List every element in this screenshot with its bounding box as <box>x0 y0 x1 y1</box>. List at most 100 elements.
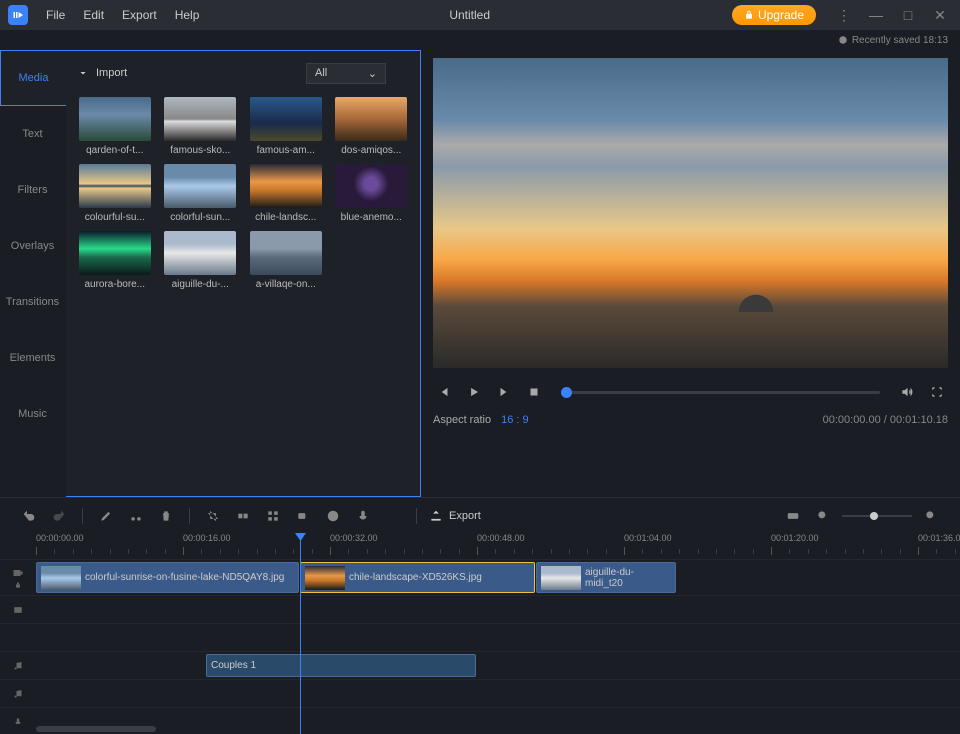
side-tabs: Media Text Filters Overlays Transitions … <box>0 50 66 497</box>
crop-icon[interactable] <box>202 505 224 527</box>
media-item[interactable]: famous-sko... <box>162 97 240 156</box>
pip-track-header[interactable] <box>0 596 36 623</box>
playback-track[interactable] <box>561 391 880 394</box>
media-item[interactable]: famous-am... <box>247 97 325 156</box>
media-item[interactable]: colorful-sun... <box>162 164 240 223</box>
tab-text[interactable]: Text <box>0 106 66 162</box>
mic-track-header[interactable] <box>0 708 36 724</box>
import-button[interactable]: Import <box>76 67 127 79</box>
clip-chile-landscape[interactable]: chile-landscape-XD526KS.jpg <box>300 562 535 593</box>
clip-aiguille[interactable]: aiguille-du-midi_t20 <box>536 562 676 593</box>
clip-thumb <box>305 566 345 590</box>
tab-overlays[interactable]: Overlays <box>0 218 66 274</box>
media-thumb <box>164 164 236 208</box>
text-tool-icon[interactable] <box>382 505 404 527</box>
audio-track-1-header[interactable] <box>0 652 36 679</box>
media-thumb <box>250 164 322 208</box>
tab-transitions[interactable]: Transitions <box>0 274 66 330</box>
delete-icon[interactable] <box>155 505 177 527</box>
zoom-slider[interactable] <box>842 515 912 517</box>
menu-file[interactable]: File <box>38 4 73 26</box>
text-track-header[interactable] <box>0 624 36 651</box>
stop-button[interactable] <box>523 381 545 403</box>
media-thumb <box>164 231 236 275</box>
window-controls: ⋮ ― □ ✕ <box>832 3 952 27</box>
clip-thumb <box>41 566 81 590</box>
speed-icon[interactable] <box>322 505 344 527</box>
prev-frame-button[interactable] <box>433 381 455 403</box>
aspect-value[interactable]: 16 : 9 <box>501 414 529 426</box>
media-grid: qarden-of-t...famous-sko...famous-am...d… <box>76 97 410 290</box>
tab-elements[interactable]: Elements <box>0 330 66 386</box>
menu-export[interactable]: Export <box>114 4 165 26</box>
clip-label: colorful-sunrise-on-fusine-lake-ND5QAY8.… <box>85 572 284 583</box>
close-icon[interactable]: ✕ <box>928 3 952 27</box>
video-track-content[interactable]: colorful-sunrise-on-fusine-lake-ND5QAY8.… <box>36 560 960 595</box>
cut-tool-icon[interactable] <box>125 505 147 527</box>
main-menu: File Edit Export Help <box>38 4 207 26</box>
filter-value: All <box>315 67 327 79</box>
audio-track-1-content[interactable]: Couples 1 <box>36 652 960 679</box>
list-view-icon[interactable] <box>394 65 410 82</box>
media-item[interactable]: a-villaqe-on... <box>247 231 325 290</box>
clip-label: chile-landscape-XD526KS.jpg <box>349 572 482 583</box>
media-thumb <box>79 164 151 208</box>
timeline-export-button[interactable]: Export <box>429 509 481 523</box>
window-title: Untitled <box>211 8 728 22</box>
pip-track-content[interactable] <box>36 596 960 623</box>
record-icon[interactable] <box>292 505 314 527</box>
text-track-content[interactable] <box>36 624 960 651</box>
preview-info: Aspect ratio 16 : 9 00:00:00.00 / 00:01:… <box>433 414 948 426</box>
fit-icon[interactable] <box>782 505 804 527</box>
minimize-icon[interactable]: ― <box>864 3 888 27</box>
edit-tool-icon[interactable] <box>95 505 117 527</box>
maximize-icon[interactable]: □ <box>896 3 920 27</box>
redo-button[interactable] <box>48 505 70 527</box>
audio-track-2-content[interactable] <box>36 680 960 707</box>
split-icon[interactable] <box>232 505 254 527</box>
zoom-in-icon[interactable] <box>920 505 942 527</box>
preview-viewport[interactable] <box>433 58 948 368</box>
play-button[interactable] <box>463 381 485 403</box>
tab-media[interactable]: Media <box>0 50 66 106</box>
upgrade-button[interactable]: Upgrade <box>732 5 816 25</box>
zoom-out-icon[interactable] <box>812 505 834 527</box>
tab-music[interactable]: Music <box>0 386 66 442</box>
timeline-ruler[interactable]: 00:00:00.0000:00:16.0000:00:32.0000:00:4… <box>36 533 960 559</box>
menu-edit[interactable]: Edit <box>75 4 112 26</box>
voiceover-icon[interactable] <box>352 505 374 527</box>
ruler-tick: 00:00:00.00 <box>36 533 84 543</box>
video-track-header[interactable] <box>0 560 36 595</box>
media-item[interactable]: colourful-su... <box>76 164 154 223</box>
media-item[interactable]: dos-amiqos... <box>333 97 411 156</box>
mic-track-content[interactable] <box>36 708 960 724</box>
scrollbar-thumb[interactable] <box>36 726 156 732</box>
playback-scrubber[interactable] <box>561 387 572 398</box>
media-item[interactable]: chile-landsc... <box>247 164 325 223</box>
timeline: 00:00:00.0000:00:16.0000:00:32.0000:00:4… <box>0 533 960 734</box>
preview-image <box>433 58 948 368</box>
save-status: Recently saved 18:13 <box>0 30 960 50</box>
media-thumb <box>335 164 407 208</box>
more-icon[interactable]: ⋮ <box>832 3 856 27</box>
media-item[interactable]: aurora-bore... <box>76 231 154 290</box>
fullscreen-icon[interactable] <box>926 381 948 403</box>
audio-track-2-header[interactable] <box>0 680 36 707</box>
clip-couples[interactable]: Couples 1 <box>206 654 476 677</box>
media-item[interactable]: aiguille-du-... <box>162 231 240 290</box>
volume-icon[interactable] <box>896 381 918 403</box>
next-frame-button[interactable] <box>493 381 515 403</box>
mosaic-icon[interactable] <box>262 505 284 527</box>
zoom-thumb[interactable] <box>870 512 878 520</box>
filter-dropdown[interactable]: All ⌄ <box>306 63 386 84</box>
menu-help[interactable]: Help <box>167 4 208 26</box>
media-item[interactable]: blue-anemo... <box>333 164 411 223</box>
tab-filters[interactable]: Filters <box>0 162 66 218</box>
zoom-control <box>812 505 942 527</box>
media-item[interactable]: qarden-of-t... <box>76 97 154 156</box>
undo-button[interactable] <box>18 505 40 527</box>
timeline-toolbar: Export <box>0 497 960 533</box>
preview-time: 00:00:00.00 / 00:01:10.18 <box>823 414 948 426</box>
timeline-scrollbar[interactable] <box>0 724 960 734</box>
clip-colorful-sunrise[interactable]: colorful-sunrise-on-fusine-lake-ND5QAY8.… <box>36 562 299 593</box>
